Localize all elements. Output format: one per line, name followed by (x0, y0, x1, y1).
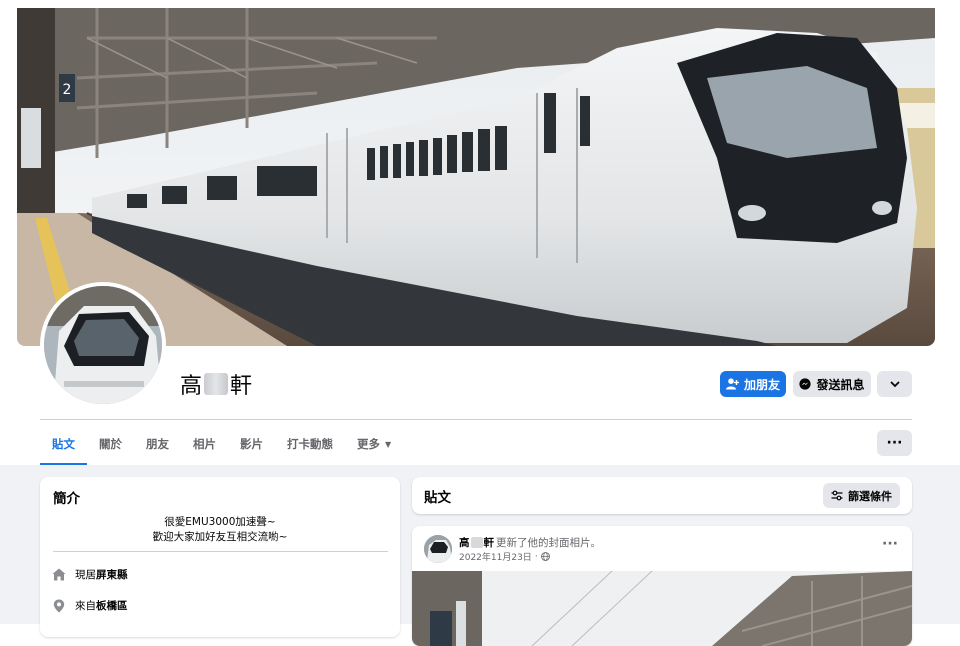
from-prefix: 來自 (75, 600, 96, 612)
tab-more[interactable]: 更多 ▼ (345, 424, 403, 464)
sliders-icon (831, 490, 843, 501)
intro-card: 簡介 很愛EMU3000加速聲~ 歡迎大家加好友互相交流喲~ 現居屏東縣 來自板… (40, 477, 400, 637)
tab-label: 關於 (99, 437, 122, 451)
avatar-train-image (44, 286, 162, 404)
tab-photos[interactable]: 相片 (181, 424, 228, 464)
profile-tabs: 貼文 關於 朋友 相片 影片 打卡動態 更多 ▼ (40, 424, 403, 466)
posts-title: 貼文 (424, 490, 451, 506)
ellipsis-icon: ··· (886, 435, 903, 451)
post-action-text: 更新了他的封面相片。 (496, 537, 601, 549)
profile-more-button[interactable]: ··· (877, 430, 912, 456)
messenger-icon (799, 378, 812, 390)
more-options-button[interactable] (877, 371, 912, 397)
tab-friends[interactable]: 朋友 (134, 424, 181, 464)
name-redaction (204, 373, 229, 395)
tab-posts[interactable]: 貼文 (40, 424, 87, 466)
meta-separator: · (534, 551, 538, 562)
tab-videos[interactable]: 影片 (228, 424, 275, 464)
from-row: 來自板橋區 (52, 598, 128, 613)
ellipsis-icon: ··· (882, 536, 898, 552)
tab-about[interactable]: 關於 (87, 424, 134, 464)
filter-label: 篩選條件 (848, 489, 892, 503)
filter-button[interactable]: 篩選條件 (823, 483, 900, 508)
post-meta: 2022年11月23日 · (459, 550, 550, 563)
lives-in-prefix: 現居 (75, 569, 96, 581)
tab-label: 更多 (357, 437, 380, 451)
platform-sign: 2 (63, 82, 72, 98)
intro-separator (53, 551, 388, 552)
profile-avatar[interactable] (40, 282, 166, 408)
profile-name: 高 軒 (180, 368, 252, 400)
add-friend-label: 加朋友 (743, 377, 780, 392)
globe-icon[interactable] (540, 552, 550, 561)
tab-label: 相片 (193, 437, 216, 451)
profile-name-last: 軒 (230, 374, 253, 399)
post-author-avatar[interactable] (424, 535, 452, 563)
intro-bio: 很愛EMU3000加速聲~ 歡迎大家加好友互相交流喲~ (40, 515, 400, 545)
send-message-label: 發送訊息 (816, 377, 865, 392)
post-title: 高 軒 更新了他的封面相片。 (459, 535, 601, 550)
post-card: 高 軒 更新了他的封面相片。 2022年11月23日 · ··· (412, 526, 912, 646)
avatar-train-image (424, 535, 452, 563)
bio-line-1: 很愛EMU3000加速聲~ (164, 516, 276, 528)
post-options-button[interactable]: ··· (882, 536, 898, 552)
author-first: 高 (459, 537, 470, 549)
tab-label: 影片 (240, 437, 263, 451)
post-author-name[interactable]: 高 軒 (459, 535, 494, 550)
tab-label: 朋友 (146, 437, 169, 451)
caret-down-icon: ▼ (385, 439, 392, 449)
person-plus-icon (725, 378, 739, 390)
tab-checkins[interactable]: 打卡動態 (275, 424, 345, 464)
tab-label: 貼文 (52, 437, 75, 451)
lives-in-row: 現居屏東縣 (52, 567, 128, 582)
post-image-illustration (412, 571, 912, 646)
tab-label: 打卡動態 (287, 437, 333, 451)
post-image[interactable] (412, 571, 912, 646)
home-icon (52, 568, 66, 581)
from-link[interactable]: 板橋區 (96, 600, 128, 612)
post-date[interactable]: 2022年11月23日 (459, 550, 532, 563)
profile-name-first: 高 (180, 374, 203, 399)
posts-header-card: 貼文 篩選條件 (412, 477, 912, 514)
pin-icon (53, 599, 65, 612)
name-redaction (470, 537, 483, 548)
chevron-down-icon (889, 380, 900, 387)
intro-title: 簡介 (53, 491, 80, 507)
author-last: 軒 (483, 537, 495, 549)
add-friend-button[interactable]: 加朋友 (720, 371, 786, 397)
lives-in-link[interactable]: 屏東縣 (96, 569, 128, 581)
bio-line-2: 歡迎大家加好友互相交流喲~ (152, 531, 288, 543)
send-message-button[interactable]: 發送訊息 (793, 371, 871, 397)
header-divider (40, 419, 912, 420)
